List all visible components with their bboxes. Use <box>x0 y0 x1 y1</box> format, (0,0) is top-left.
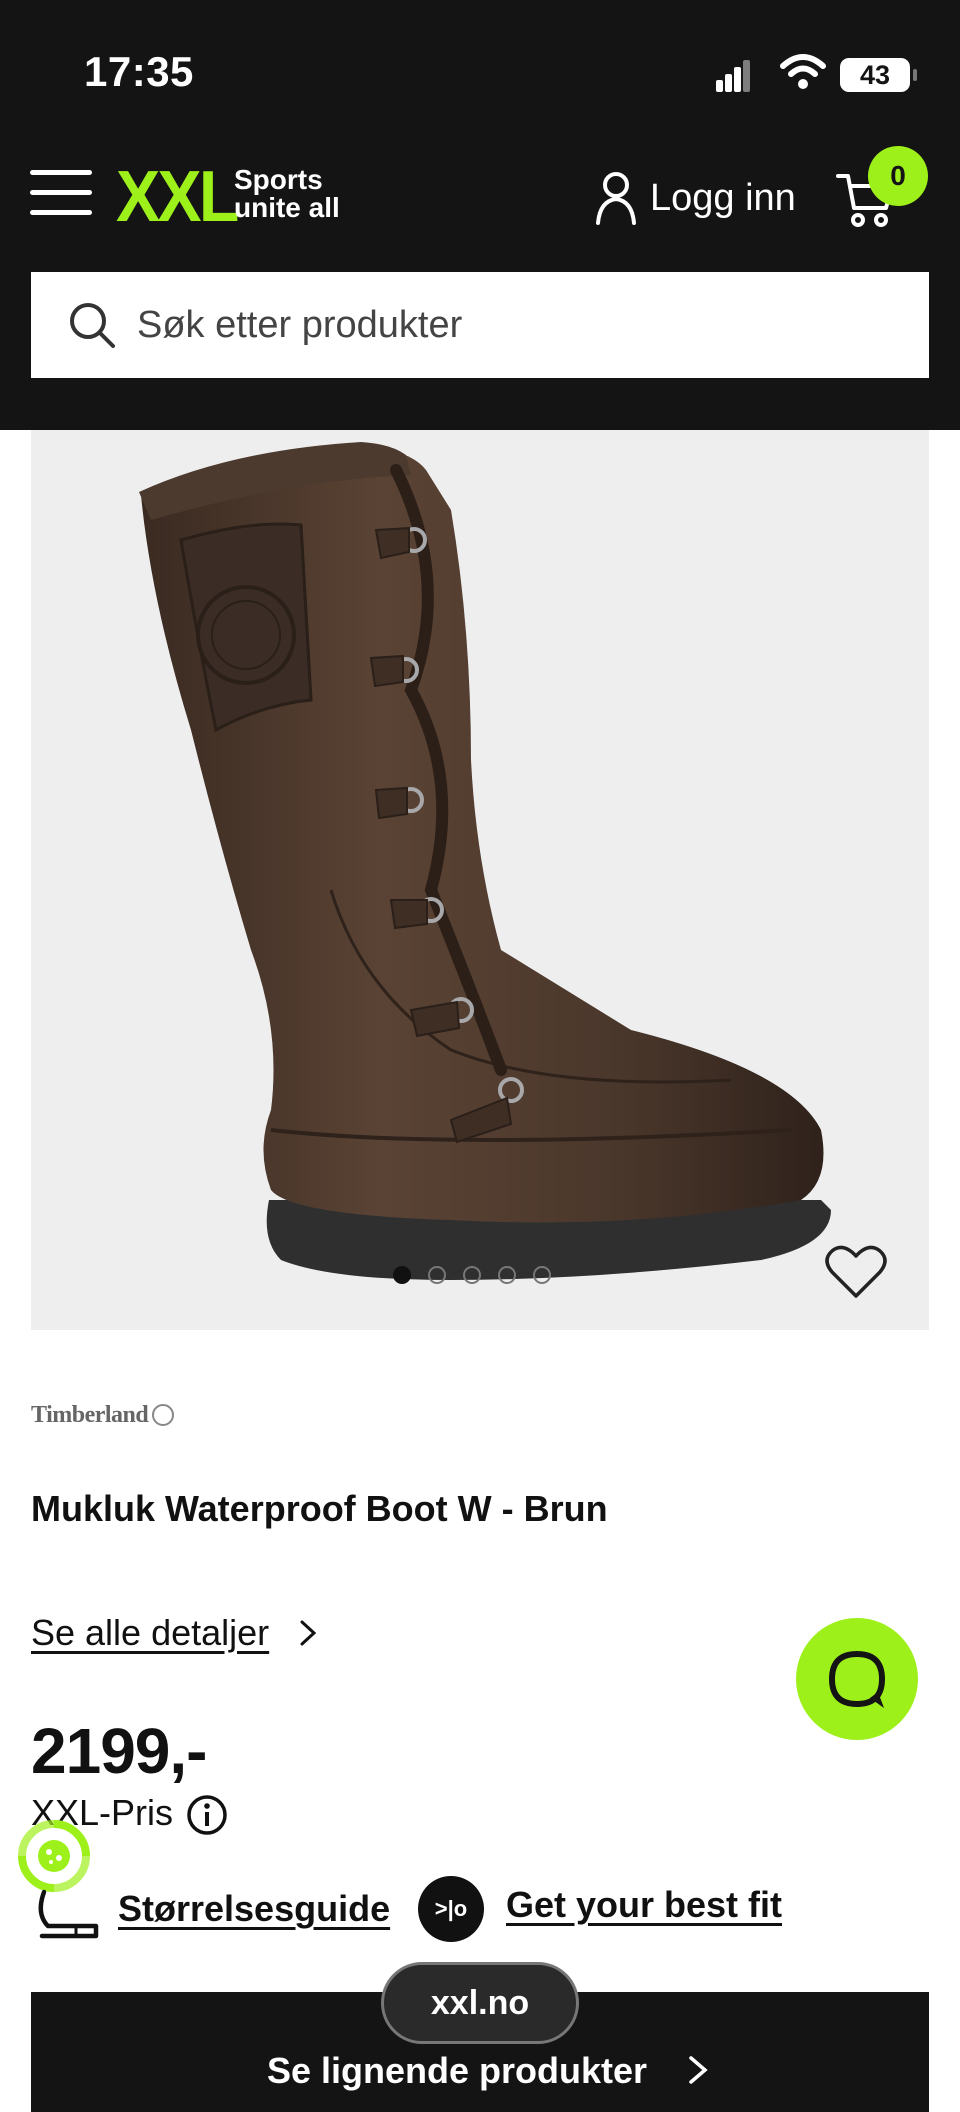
see-details-link[interactable]: Se alle detaljer <box>31 1612 269 1654</box>
product-title: Mukluk Waterproof Boot W - Brun <box>31 1488 608 1529</box>
status-bar: 17:35 43 <box>0 0 960 140</box>
info-icon[interactable] <box>186 1794 228 1836</box>
search-input[interactable] <box>135 302 899 348</box>
favorite-heart-icon[interactable] <box>825 1244 887 1300</box>
best-fit-link[interactable]: Get your best fit <box>506 1884 782 1926</box>
menu-icon[interactable] <box>30 170 92 216</box>
cart-count-badge: 0 <box>868 146 928 206</box>
product-price: 2199,- <box>31 1715 207 1787</box>
user-icon <box>596 172 636 225</box>
wifi-icon <box>780 54 826 89</box>
battery-indicator: 43 <box>840 58 917 92</box>
cookie-settings-icon[interactable] <box>18 1820 90 1892</box>
similar-products-label: Se lignende produkter <box>267 2050 648 2091</box>
gallery-dot[interactable] <box>463 1266 481 1284</box>
browser-url-pill[interactable]: xxl.no <box>381 1962 579 2044</box>
search-icon <box>70 303 115 348</box>
logo-tagline: Sports unite all <box>234 164 340 223</box>
search-bar[interactable] <box>31 272 929 378</box>
chevron-right-icon <box>689 2056 708 2084</box>
brand-logo[interactable]: Timberland <box>31 1402 175 1429</box>
gallery-pagination[interactable] <box>393 1266 568 1284</box>
gallery-dot[interactable] <box>498 1266 516 1284</box>
gallery-dot[interactable] <box>428 1266 446 1284</box>
gallery-dot[interactable] <box>533 1266 551 1284</box>
gallery-dot[interactable] <box>393 1266 411 1284</box>
login-label: Logg inn <box>650 176 796 219</box>
chat-button[interactable] <box>796 1618 918 1740</box>
login-button[interactable]: Logg inn <box>594 170 796 226</box>
status-time: 17:35 <box>84 48 194 95</box>
product-boot-image <box>139 442 831 1280</box>
tree-icon <box>152 1404 175 1426</box>
chevron-right-icon <box>300 1620 317 1646</box>
size-guide-link[interactable]: Størrelsesguide <box>118 1888 390 1930</box>
size-guide-icon <box>38 1889 99 1939</box>
fit-logo-icon: >|o <box>418 1876 484 1942</box>
product-image-gallery[interactable] <box>31 430 929 1330</box>
cellular-signal-icon <box>716 58 750 92</box>
logo-wordmark: XXL <box>116 157 239 237</box>
chat-bubble-icon <box>828 1650 886 1708</box>
